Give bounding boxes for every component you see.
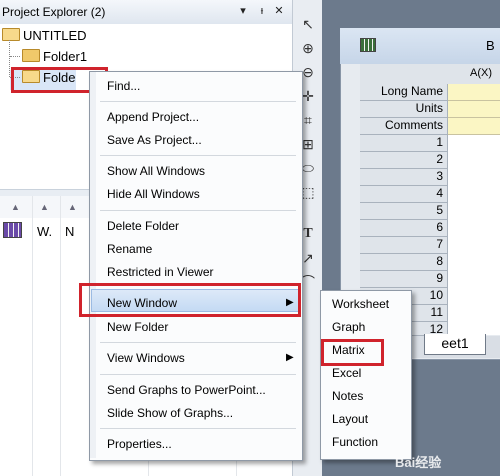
row-number: 3 [360, 169, 448, 186]
submenu-arrow-icon: ▶ [286, 352, 294, 363]
row-number: 5 [360, 203, 448, 220]
watermark: Bai经验 [395, 455, 442, 470]
matrix-window-icon[interactable] [3, 222, 22, 238]
tree-connector [10, 56, 20, 57]
row-label-units: Units [360, 101, 448, 118]
project-explorer-title: Project Explorer (2) [2, 5, 106, 19]
worksheet-icon [360, 38, 376, 52]
menu-separator [100, 101, 296, 102]
menu-separator [100, 155, 296, 156]
row-number: 9 [360, 271, 448, 288]
row-number: 4 [360, 186, 448, 203]
menu-item-delete-folder[interactable]: Delete Folder [107, 219, 179, 233]
context-menu-gutter [90, 72, 96, 458]
submenu-item-excel[interactable]: Excel [332, 366, 361, 380]
sort-icon[interactable]: ▲ [40, 202, 49, 212]
menu-item-hide-all-windows[interactable]: Hide All Windows [107, 187, 200, 201]
submenu-item-worksheet[interactable]: Worksheet [332, 297, 389, 311]
row-number: 8 [360, 254, 448, 271]
tree-folder1-label: Folder1 [43, 49, 88, 64]
tree-item-folder1[interactable]: Folder1 [10, 49, 87, 69]
sort-icon[interactable]: ▲ [11, 202, 20, 212]
list-col-n: N [65, 224, 75, 239]
data-column[interactable] [448, 135, 500, 335]
tree-root-label: UNTITLED [23, 28, 87, 43]
cell-long-name[interactable] [448, 84, 500, 101]
folder-open-icon [2, 28, 20, 41]
list-col-w: W. [37, 224, 53, 239]
column-divider [32, 196, 33, 476]
menu-item-view-windows[interactable]: View Windows [107, 351, 185, 365]
sort-icon[interactable]: ▲ [68, 202, 77, 212]
highlight-box-matrix [321, 339, 384, 366]
menu-item-append-project[interactable]: Append Project... [107, 110, 199, 124]
column-header-a[interactable]: A(X) [470, 67, 492, 79]
menu-item-save-as-project[interactable]: Save As Project... [107, 133, 202, 147]
menu-item-properties[interactable]: Properties... [107, 437, 172, 451]
folder-icon [22, 49, 40, 62]
row-number: 1 [360, 135, 448, 152]
highlight-box-new-window [79, 283, 301, 317]
menu-item-rename[interactable]: Rename [107, 242, 152, 256]
cell-comments[interactable] [448, 118, 500, 135]
menu-item-show-all-windows[interactable]: Show All Windows [107, 164, 205, 178]
menu-separator [100, 374, 296, 375]
row-label-long-name: Long Name [360, 84, 448, 101]
submenu-item-layout[interactable]: Layout [332, 412, 368, 426]
submenu-item-function[interactable]: Function [332, 435, 378, 449]
dropdown-icon[interactable]: ▾ [236, 4, 250, 18]
worksheet-title: B [486, 38, 495, 53]
cell-units[interactable] [448, 101, 500, 118]
menu-separator [100, 428, 296, 429]
menu-separator [100, 342, 296, 343]
row-number: 7 [360, 237, 448, 254]
menu-item-new-folder[interactable]: New Folder [107, 320, 168, 334]
pointer-icon[interactable]: ↖ [297, 14, 319, 34]
close-icon[interactable]: ✕ [272, 4, 286, 18]
tree-item-root[interactable]: UNTITLED [2, 28, 87, 48]
row-number: 2 [360, 152, 448, 169]
zoom-in-icon[interactable]: ⊕ [297, 38, 319, 58]
submenu-item-notes[interactable]: Notes [332, 389, 363, 403]
column-divider [60, 196, 61, 476]
pin-icon[interactable]: ᵻ [255, 4, 269, 18]
menu-item-send-graphs-powerpoint[interactable]: Send Graphs to PowerPoint... [107, 383, 266, 397]
menu-item-restricted-in-viewer[interactable]: Restricted in Viewer [107, 265, 214, 279]
menu-item-slide-show[interactable]: Slide Show of Graphs... [107, 406, 233, 420]
row-label-comments: Comments [360, 118, 448, 135]
row-number: 6 [360, 220, 448, 237]
menu-separator [100, 210, 296, 211]
submenu-item-graph[interactable]: Graph [332, 320, 365, 334]
menu-item-find[interactable]: Find... [107, 79, 140, 93]
sheet-tab[interactable]: eet1 [424, 334, 486, 355]
